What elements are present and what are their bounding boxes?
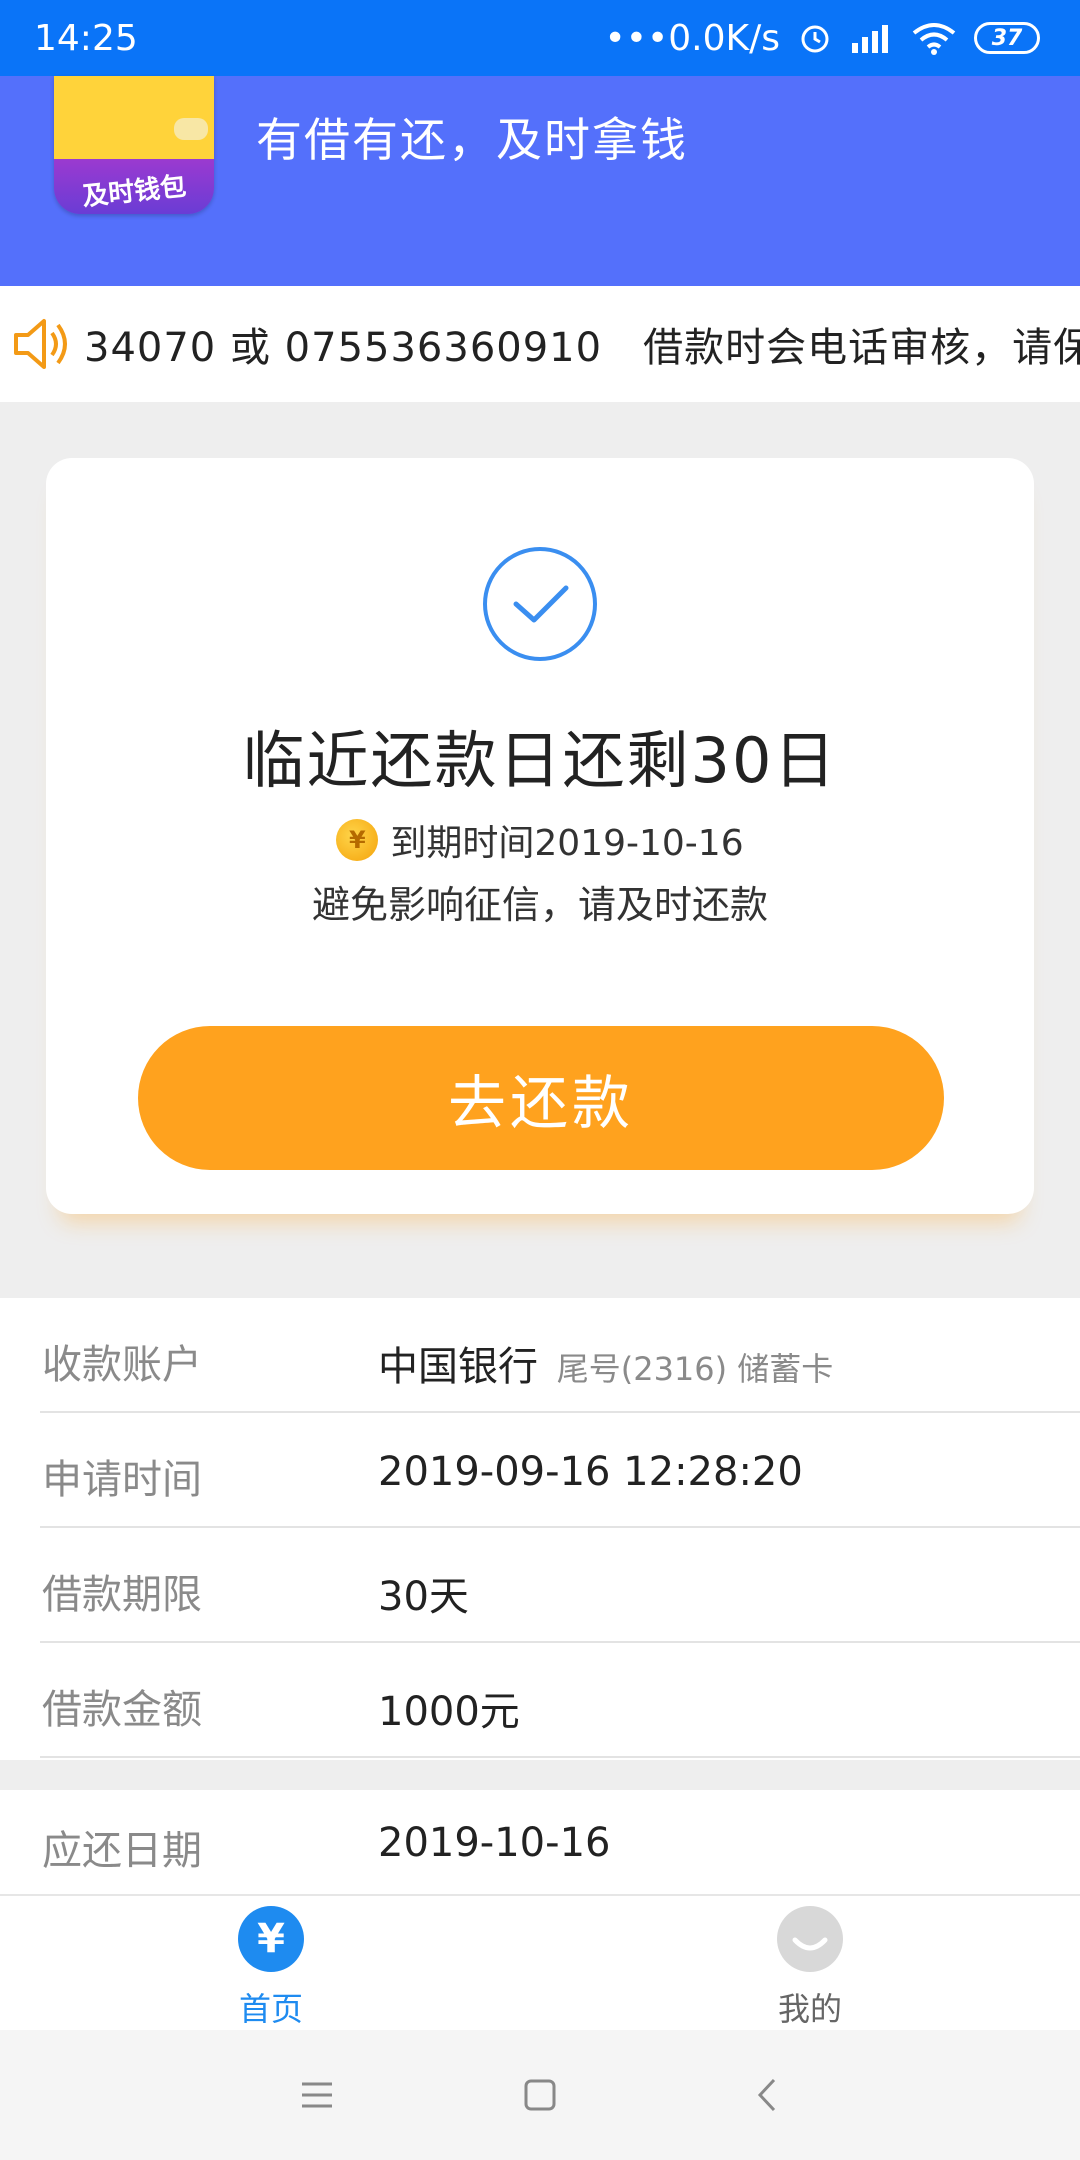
coin-icon: ¥	[336, 819, 379, 861]
info-value: 2019-10-16	[378, 1820, 611, 1866]
due-date-line: ¥ 到期时间2019-10-16	[46, 814, 1034, 866]
repay-button[interactable]: 去还款	[138, 1026, 944, 1170]
wifi-icon	[912, 23, 956, 55]
tab-home[interactable]: ¥ 首页	[171, 1906, 371, 2030]
speaker-icon	[14, 319, 67, 369]
home-square-icon[interactable]	[515, 2070, 565, 2120]
info-row-term: 借款期限 30天	[40, 1528, 1080, 1643]
menu-icon[interactable]	[292, 2070, 342, 2120]
due-date-text: 到期时间2019-10-16	[390, 823, 744, 864]
tab-mine[interactable]: 我的	[710, 1906, 910, 2030]
info-label: 借款金额	[42, 1687, 202, 1733]
status-icons: •••0.0K/s 37	[605, 18, 1040, 59]
battery-icon: 37	[974, 22, 1040, 54]
notice-text: 34070 或 075536360910 借款时会电话审核，请保	[84, 325, 1080, 371]
signal-icon	[852, 25, 888, 53]
logo-text: 及时钱包	[80, 171, 188, 213]
info-row-account: 收款账户 中国银行 尾号(2316) 储蓄卡	[40, 1298, 1080, 1413]
wallet-clasp	[174, 118, 208, 140]
due-date-section: 应还日期 2019-10-16	[0, 1790, 1080, 1894]
info-value: 中国银行 尾号(2316) 储蓄卡	[378, 1334, 833, 1392]
tab-mine-label: 我的	[777, 1990, 842, 2028]
info-label: 借款期限	[42, 1572, 202, 1618]
repayment-card: 临近还款日还剩30日 ¥ 到期时间2019-10-16 避免影响征信，请及时还款…	[46, 458, 1034, 1214]
info-row-due-date: 应还日期 2019-10-16	[40, 1790, 1080, 1905]
alarm-icon	[801, 25, 829, 53]
info-label: 应还日期	[42, 1828, 202, 1874]
smile-icon	[777, 1906, 843, 1972]
info-value: 30天	[378, 1574, 469, 1620]
loan-info-list: 收款账户 中国银行 尾号(2316) 储蓄卡 申请时间 2019-09-16 1…	[0, 1298, 1080, 1760]
network-speed: •••0.0K/s	[604, 17, 780, 59]
app-header: 及时钱包 有借有还，及时拿钱	[0, 76, 1080, 286]
status-time: 14:25	[34, 17, 138, 59]
info-label: 收款账户	[42, 1342, 202, 1388]
yen-icon: ¥	[238, 1906, 304, 1972]
info-value: 1000元	[378, 1689, 520, 1735]
header-slogan: 有借有还，及时拿钱	[256, 113, 688, 167]
check-circle-icon	[483, 547, 597, 661]
credit-note: 避免影响征信，请及时还款	[311, 883, 768, 927]
battery-level: 37	[991, 25, 1023, 51]
notice-bar[interactable]: 34070 或 075536360910 借款时会电话审核，请保	[0, 286, 1080, 402]
info-row-apply-time: 申请时间 2019-09-16 12:28:20	[40, 1413, 1080, 1528]
status-bar: 14:25 •••0.0K/s 37	[0, 0, 1080, 76]
info-label: 申请时间	[42, 1457, 202, 1503]
system-nav-bar	[0, 2030, 1080, 2160]
bank-name: 中国银行	[378, 1344, 538, 1390]
info-value: 2019-09-16 12:28:20	[378, 1449, 803, 1495]
days-remaining-title: 临近还款日还剩30日	[242, 724, 838, 797]
tab-home-label: 首页	[238, 1990, 303, 2028]
back-icon[interactable]	[742, 2070, 792, 2120]
info-row-amount: 借款金额 1000元	[40, 1643, 1080, 1758]
account-detail: 尾号(2316) 储蓄卡	[556, 1350, 834, 1388]
bottom-tab-bar: ¥ 首页 我的	[0, 1894, 1080, 2030]
app-logo: 及时钱包	[54, 76, 214, 214]
